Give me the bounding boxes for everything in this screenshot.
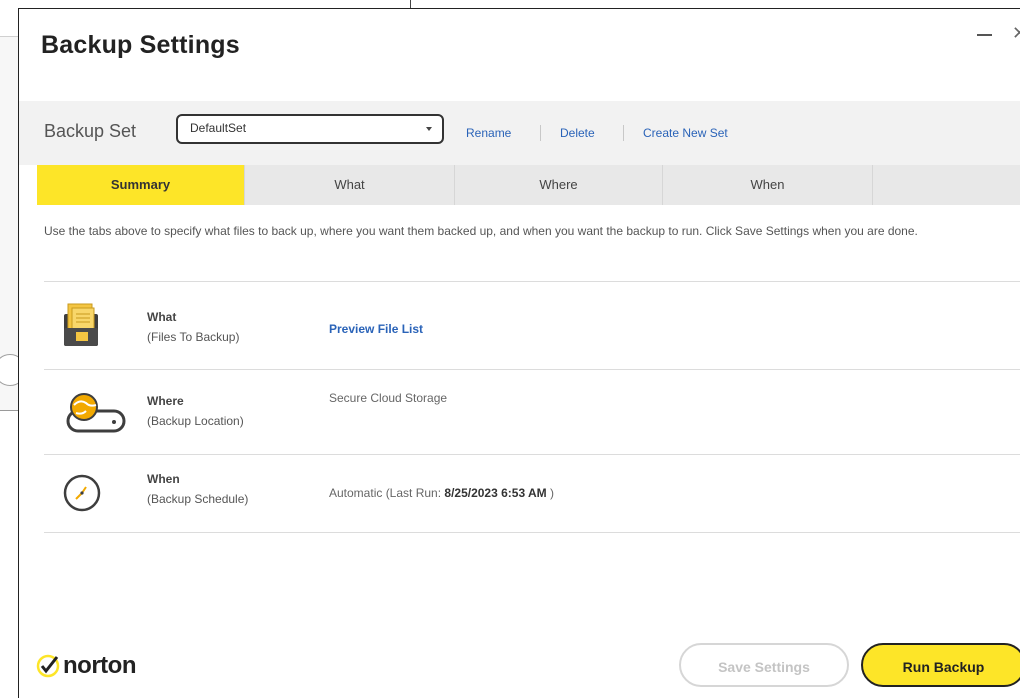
tab-what[interactable]: What (245, 165, 455, 205)
run-backup-button[interactable]: Run Backup (861, 643, 1020, 687)
instructions-text: Use the tabs above to specify what files… (44, 224, 918, 238)
backup-location-value: Secure Cloud Storage (329, 391, 448, 405)
when-label: When (Backup Schedule) (147, 469, 248, 509)
close-icon[interactable]: ✕ (1012, 23, 1020, 44)
save-settings-button[interactable]: Save Settings (679, 643, 849, 687)
divider (44, 369, 1020, 370)
when-title: When (147, 472, 180, 486)
divider (44, 281, 1020, 282)
tab-bar: Summary What Where When (37, 165, 1020, 205)
link-separator (540, 125, 541, 141)
where-label: Where (Backup Location) (147, 391, 244, 431)
dialog-title: Backup Settings (41, 31, 240, 59)
tab-where[interactable]: Where (455, 165, 663, 205)
preview-file-list-link[interactable]: Preview File List (329, 322, 423, 336)
norton-logo: norton (35, 651, 136, 681)
schedule-suffix: ) (546, 486, 555, 500)
clock-icon (62, 473, 102, 518)
backup-settings-dialog: Backup Settings ✕ Backup Set DefaultSet … (18, 8, 1020, 698)
when-subtitle: (Backup Schedule) (147, 492, 249, 506)
files-folder-icon (62, 302, 102, 353)
backup-set-selected: DefaultSet (190, 121, 247, 135)
divider (44, 532, 1020, 533)
schedule-prefix: Automatic (Last Run: (329, 486, 445, 500)
norton-check-icon (36, 654, 60, 678)
link-separator (623, 125, 624, 141)
divider (44, 454, 1020, 455)
where-subtitle: (Backup Location) (147, 414, 244, 428)
create-new-set-link[interactable]: Create New Set (643, 126, 728, 140)
last-run-date: 8/25/2023 6:53 AM (444, 486, 547, 500)
what-subtitle: (Files To Backup) (147, 330, 240, 344)
delete-link[interactable]: Delete (560, 126, 595, 140)
what-title: What (147, 310, 177, 324)
tab-when[interactable]: When (663, 165, 873, 205)
backup-set-dropdown[interactable]: DefaultSet (176, 114, 444, 144)
tab-summary[interactable]: Summary (37, 165, 245, 205)
backup-set-label: Backup Set (44, 121, 137, 141)
what-label: What (Files To Backup) (147, 307, 239, 347)
minimize-icon[interactable] (975, 29, 995, 41)
norton-wordmark: norton (63, 652, 136, 679)
backup-schedule-value: Automatic (Last Run: 8/25/2023 6:53 AM ) (329, 486, 554, 500)
where-title: Where (147, 394, 184, 408)
chevron-down-icon (426, 127, 432, 131)
cloud-drive-icon (62, 389, 128, 440)
backup-set-bar: Backup Set DefaultSet Rename Delete Crea… (19, 101, 1020, 165)
rename-link[interactable]: Rename (466, 126, 511, 140)
